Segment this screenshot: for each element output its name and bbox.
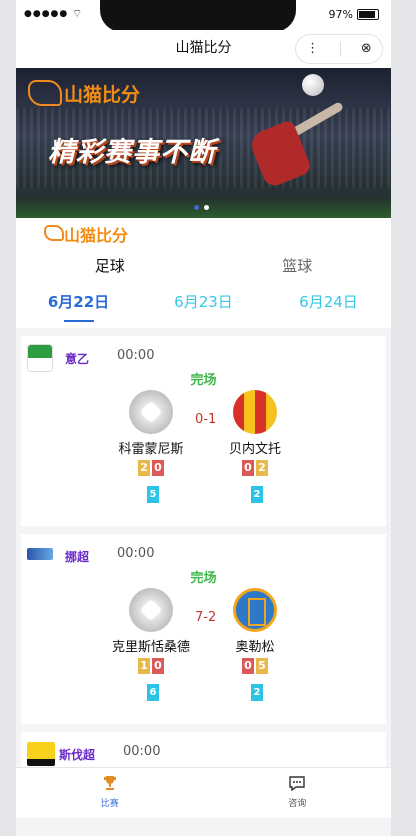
team-logo-placeholder-icon [129, 588, 173, 632]
home-team: 克里斯恬桑德 1 0 [91, 588, 211, 674]
away-team: 贝内文托 0 2 [195, 390, 315, 476]
more-menu-icon[interactable]: ⋮ [306, 35, 319, 63]
active-date-indicator [64, 320, 94, 322]
bottom-tab-bar: 比赛 咨询 [16, 767, 391, 818]
mini-program-capsule: ⋮ ⊗ [295, 34, 383, 64]
soccer-ball-icon [302, 74, 324, 96]
match-status: 完场 [190, 571, 217, 586]
yellow-card-count: 2 [138, 460, 150, 476]
brand-text: 山猫比分 [64, 226, 129, 245]
league-name: 意乙 [65, 352, 90, 366]
tab-consult-label: 咨询 [288, 799, 307, 809]
away-corner-count: 2 [251, 684, 263, 701]
battery-percent: 97% [328, 8, 353, 21]
yellow-card-count: 1 [138, 658, 150, 674]
wifi-icon: ⌔ [72, 7, 83, 20]
home-team: 科雷蒙尼斯 2 0 [91, 390, 211, 476]
yellow-card-count: 2 [256, 460, 268, 476]
lynx-logo-icon [44, 225, 64, 241]
serie-b-logo-icon [27, 344, 53, 372]
match-time: 00:00 [123, 744, 161, 759]
date-tab[interactable]: 6月24日 [266, 284, 391, 328]
tab-basketball[interactable]: 篮球 [204, 248, 392, 284]
battery-icon [357, 9, 379, 20]
match-card[interactable]: 挪超 00:00 完场 克里斯恬桑德 1 0 7-2 奥勒松 0 5 6 2 [21, 534, 386, 724]
capsule-divider [339, 42, 341, 56]
match-status: 完场 [190, 373, 217, 388]
notch [100, 0, 296, 32]
close-icon[interactable]: ⊗ [361, 35, 372, 63]
trophy-icon [103, 776, 116, 790]
league-name: 斯伐超 [59, 748, 96, 762]
match-time: 00:00 [117, 348, 155, 363]
tab-match-label: 比赛 [100, 799, 119, 809]
carousel-dot[interactable] [194, 205, 199, 210]
nav-bar: 山猫比分 ⋮ ⊗ [16, 30, 391, 68]
date-tab[interactable]: 6月23日 [141, 284, 266, 328]
red-card-count: 0 [152, 658, 164, 674]
signal-icon: ●●●●● [24, 9, 69, 19]
home-corner-count: 5 [147, 486, 159, 503]
status-bar: ●●●●● ⌔ 97% [16, 0, 391, 32]
match-time: 00:00 [117, 546, 155, 561]
match-card[interactable]: 意乙 00:00 完场 科雷蒙尼斯 2 0 0-1 贝内文托 0 2 5 2 [21, 336, 386, 526]
promo-banner[interactable]: 山猫比分 精彩赛事不断 [16, 68, 391, 218]
red-card-count: 0 [242, 658, 254, 674]
red-card-count: 0 [242, 460, 254, 476]
chat-icon [289, 776, 305, 792]
benevento-crest-icon [233, 390, 277, 434]
banner-slogan: 精彩赛事不断 [48, 137, 216, 168]
yellow-card-count: 5 [256, 658, 268, 674]
eliteserien-logo-icon [27, 548, 53, 560]
banner-brand: 山猫比分 [64, 84, 141, 106]
league-name: 挪超 [65, 550, 90, 564]
aalesund-crest-icon [233, 588, 277, 632]
team-logo-placeholder-icon [129, 390, 173, 434]
away-team: 奥勒松 0 5 [195, 588, 315, 674]
home-team-name: 科雷蒙尼斯 [118, 442, 184, 457]
carousel-dots[interactable] [194, 205, 209, 210]
away-team-name: 奥勒松 [235, 640, 275, 655]
home-corner-count: 6 [147, 684, 159, 701]
carousel-dot[interactable] [204, 205, 209, 210]
phone-screen: ●●●●● ⌔ 97% 山猫比分 ⋮ ⊗ 山猫比分 精彩赛事不断 山猫比分 足球… [16, 0, 391, 836]
page-title: 山猫比分 [175, 40, 232, 56]
red-card-count: 0 [152, 460, 164, 476]
fortuna-liga-logo-icon [27, 742, 55, 766]
tab-football[interactable]: 足球 [16, 248, 204, 284]
home-team-name: 克里斯恬桑德 [111, 640, 190, 655]
date-tabs: 6月22日 6月23日 6月24日 [16, 284, 391, 328]
brand-row: 山猫比分 [16, 218, 391, 248]
away-corner-count: 2 [251, 486, 263, 503]
tab-consult[interactable]: 咨询 [204, 768, 392, 818]
tab-match[interactable]: 比赛 [16, 768, 204, 818]
away-team-name: 贝内文托 [228, 442, 281, 457]
lynx-logo-icon [28, 80, 62, 106]
sport-tabs: 足球 篮球 [16, 248, 391, 284]
